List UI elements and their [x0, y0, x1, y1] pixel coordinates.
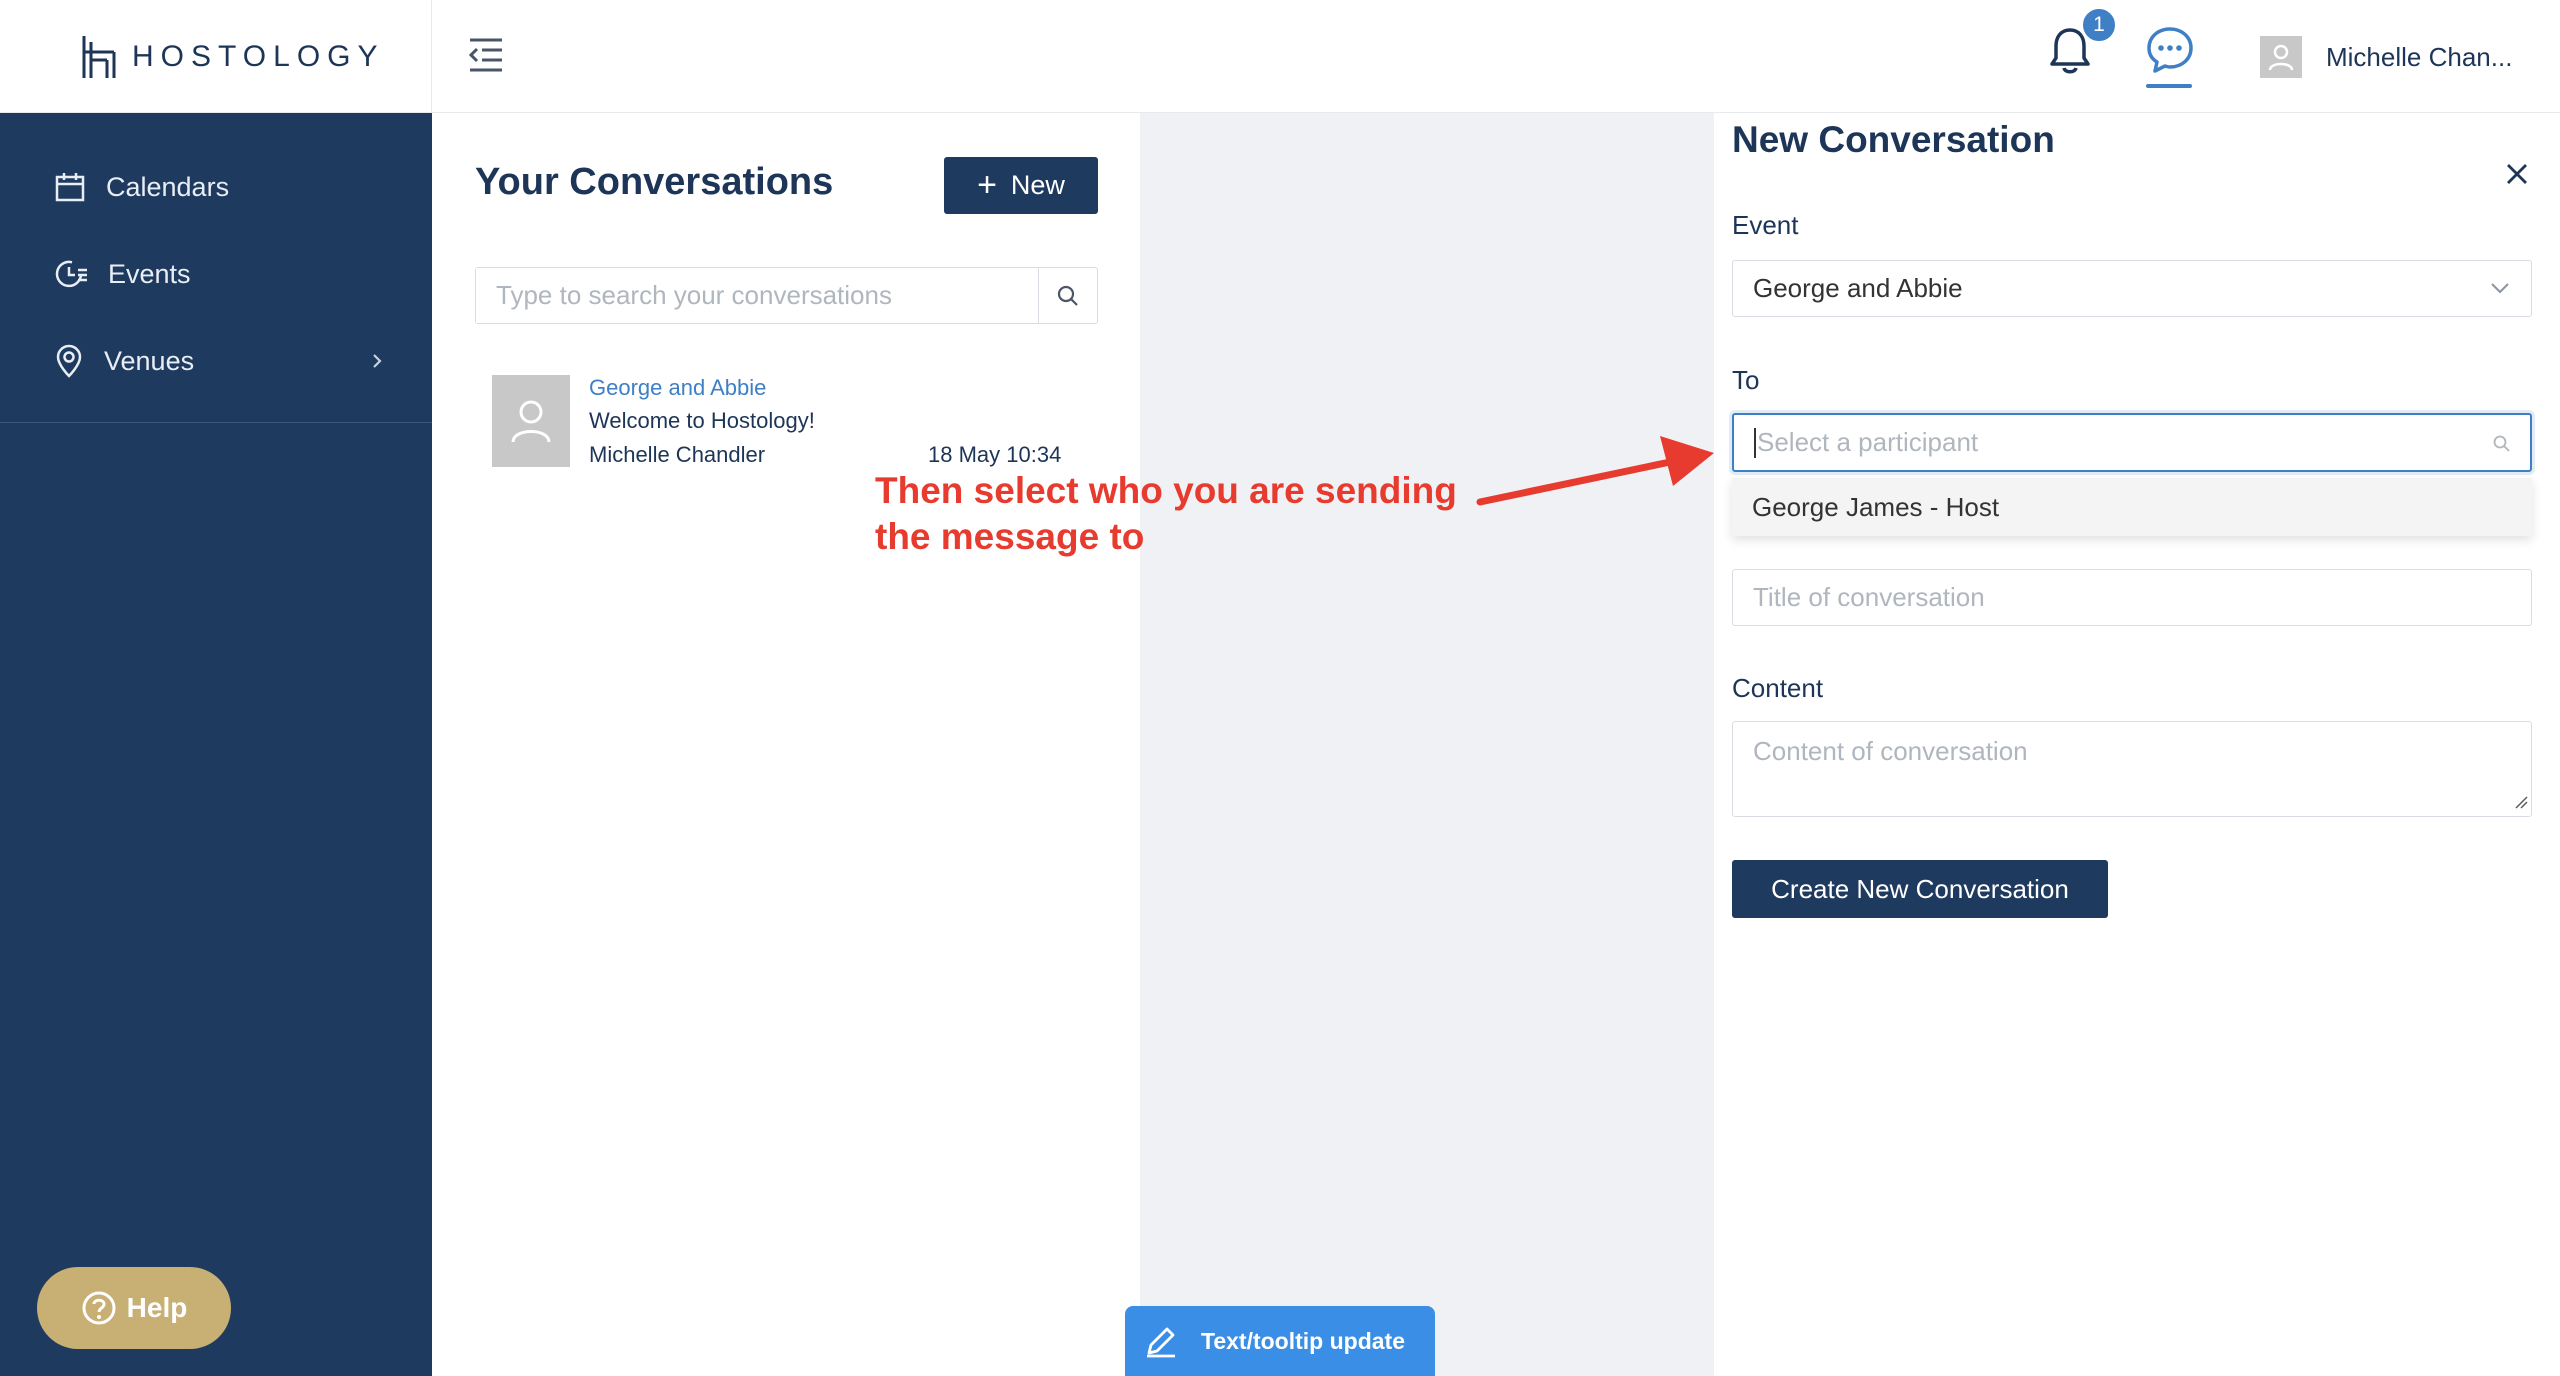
annotation-arrow-icon [1476, 436, 1714, 506]
new-conversation-panel: New Conversation Event George and Abbie … [1714, 113, 2560, 1376]
user-icon [511, 400, 551, 443]
event-select[interactable]: George and Abbie [1732, 260, 2532, 317]
participant-placeholder: Select a participant [1757, 427, 1979, 457]
event-select-value: George and Abbie [1753, 273, 1963, 303]
logo-mark-icon [82, 35, 116, 78]
help-label: Help [126, 1292, 188, 1323]
question-circle-icon [82, 1291, 116, 1325]
tooltip-button-label: Text/tooltip update [1201, 1327, 1406, 1354]
conversation-date: 18 May 10:34 [928, 442, 1062, 467]
sidebar-item-label: Calendars [106, 171, 230, 202]
annotation-text: Then select who you are sending the mess… [875, 468, 1457, 560]
sidebar-item-label: Venues [104, 345, 195, 376]
conversation-content-textarea[interactable] [1732, 721, 2532, 817]
user-name[interactable]: Michelle Chan... [2326, 42, 2512, 73]
top-bar: HOSTOLOGY 1 Michelle Chan... [0, 0, 2560, 113]
annotation-line: the message to [875, 516, 1145, 557]
create-conversation-button[interactable]: Create New Conversation [1732, 860, 2108, 918]
sidebar-item-events[interactable]: Events [54, 258, 404, 290]
annotation-line: Then select who you are sending [875, 470, 1457, 511]
conversation-event: George and Abbie [589, 375, 767, 400]
sidebar: Calendars Events Venues Help [0, 113, 432, 1376]
search-button[interactable] [1038, 268, 1097, 323]
event-label: Event [1732, 210, 1799, 240]
calendar-icon [55, 173, 85, 202]
location-pin-icon [56, 344, 82, 378]
chat-icon[interactable] [2144, 24, 2196, 76]
search-icon [1057, 285, 1078, 306]
avatar [492, 375, 570, 467]
active-tab-indicator [2146, 84, 2192, 88]
logo-text: HOSTOLOGY [132, 39, 385, 73]
user-avatar[interactable] [2260, 36, 2302, 78]
resize-grip-icon[interactable] [2514, 795, 2528, 809]
conversation-list-item[interactable]: George and Abbie Welcome to Hostology! M… [492, 375, 1112, 475]
logo[interactable]: HOSTOLOGY [0, 0, 432, 113]
sidebar-divider [0, 422, 432, 423]
sidebar-item-label: Events [108, 258, 191, 289]
new-conversation-button[interactable]: + New [944, 157, 1098, 214]
sidebar-item-calendars[interactable]: Calendars [54, 171, 404, 203]
page-title: Your Conversations [475, 161, 834, 203]
text-tooltip-update-button[interactable]: Text/tooltip update [1125, 1306, 1435, 1376]
user-icon [2268, 44, 2294, 71]
notification-badge: 1 [2080, 6, 2118, 44]
chevron-down-icon [2491, 283, 2509, 294]
plus-icon: + [977, 166, 997, 204]
search-input[interactable] [476, 268, 1038, 323]
search-box [475, 267, 1098, 324]
events-icon [55, 260, 87, 288]
search-icon [2493, 435, 2510, 452]
conversation-sender: Michelle Chandler [589, 442, 766, 467]
detail-placeholder-panel [1140, 113, 1714, 1376]
conversation-subject: Welcome to Hostology! [589, 408, 815, 433]
participant-option[interactable]: George James - Host [1732, 478, 2532, 536]
to-label: To [1732, 365, 1760, 395]
help-button[interactable]: Help [37, 1267, 231, 1349]
panel-title: New Conversation [1732, 119, 2055, 160]
pencil-icon [1147, 1327, 1175, 1358]
participant-select[interactable]: Select a participant [1732, 413, 2532, 472]
text-cursor [1754, 427, 1756, 458]
sidebar-item-venues[interactable]: Venues [54, 344, 404, 378]
menu-collapse-icon[interactable] [466, 36, 506, 74]
conversation-title-input[interactable] [1732, 569, 2532, 626]
content-label: Content [1732, 673, 1824, 703]
new-button-label: New [1010, 170, 1065, 200]
conversations-panel: Your Conversations + New George and Abbi… [432, 113, 1140, 1376]
chevron-right-icon [373, 354, 382, 368]
close-icon[interactable] [2504, 161, 2530, 187]
